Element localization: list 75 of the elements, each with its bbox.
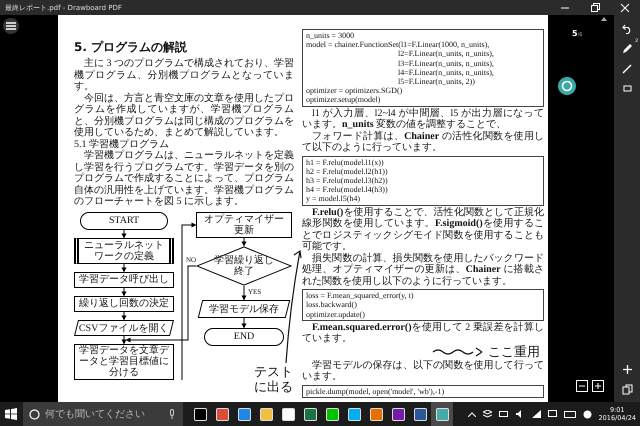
flowchart-node: 学習繰り返し終了 bbox=[196, 246, 292, 286]
box-icon[interactable] bbox=[482, 410, 492, 418]
paragraph: l1 が入力層、l2~l4 が中間層、l5 が出力層になっています。n_units 変数の値を調整することで、 bbox=[302, 108, 544, 130]
battery-icon[interactable] bbox=[498, 411, 509, 417]
paragraph: F.mean.squared.error()を使用して 2 乗誤差を計算しています。 bbox=[302, 322, 544, 345]
flowchart-node: END bbox=[204, 328, 284, 346]
code-line: loss = F.mean_squared_error(y, t) bbox=[306, 291, 414, 300]
flow-arrow bbox=[242, 237, 246, 246]
code-line: l3=F.Linear(n_units, n_units), bbox=[397, 58, 494, 68]
code-line: h1 = F.relu(model.l1(x)) bbox=[306, 158, 384, 167]
code-line: h4 = F.relu(model.l4(h3)) bbox=[306, 185, 388, 194]
paragraph: F.relu()を使用することで、活性化関数として正規化線形関数を使用しています。F.sigmoid()を使用することでロジスティックシグモイド関数を使用することも可能です。 bbox=[302, 206, 544, 252]
menu-icon bbox=[6, 22, 16, 30]
handwritten-note: テスト bbox=[254, 365, 293, 380]
microphone-icon[interactable] bbox=[169, 409, 175, 419]
flowchart-node: 学習データを文章データと学習目標値に分ける bbox=[74, 344, 174, 380]
flow-arrow bbox=[122, 229, 126, 238]
subsection-heading: 5.1 学習機プログラム bbox=[74, 138, 170, 150]
undo-icon bbox=[622, 22, 632, 34]
paragraph: 損失関数の計算、損失関数を使用したバックワード処理、オプティマイザーの更新は、Chainer に搭載された関数を使用し以下のように行っています。 bbox=[302, 252, 544, 288]
flowchart-node: 学習データ呼び出し bbox=[74, 272, 174, 288]
search-icon bbox=[29, 408, 40, 420]
eraser-icon bbox=[622, 82, 632, 94]
search-field[interactable]: 何でも聞いてください bbox=[23, 402, 183, 426]
pen-icon bbox=[622, 62, 632, 74]
restore-icon bbox=[590, 2, 600, 12]
flowchart-node: 学習モデル保存 bbox=[198, 300, 290, 318]
copy-icon bbox=[622, 384, 632, 394]
chevron-up-icon[interactable] bbox=[468, 412, 476, 416]
code-line: l2=F.Linear(n_units, n_units), bbox=[397, 49, 494, 59]
plus-icon bbox=[594, 382, 602, 390]
code-line: l5=F.Linear(n_units, 2)) bbox=[397, 77, 475, 86]
code-line: l4=F.Linear(n_units, n_units), bbox=[397, 68, 494, 78]
flow-arrow bbox=[122, 335, 126, 344]
paragraph: フォワード計算は、Chainer の活性化関数を使用して以下のように行っています。 bbox=[302, 130, 544, 154]
flow-arrow bbox=[122, 263, 126, 272]
ring-tool-button[interactable] bbox=[558, 77, 576, 95]
flowchart-node: CSVファイルを開く bbox=[74, 320, 174, 336]
code-line: loss.backward() bbox=[306, 300, 357, 310]
page-number: 5 bbox=[572, 29, 578, 38]
code-line: optimizer.setup(model) bbox=[306, 95, 380, 105]
paragraph: 学習機プログラムは、ニューラルネットを定義し学習を行うプログラムです。学習データを別のプログラムで作成することによって、プログラム自体の汎用性を上げています。学習機プログラムのフローチャートを図 5 に示します。 bbox=[74, 150, 294, 208]
code-line: pickle.dump(model, open('model', 'wb'),-1) bbox=[306, 386, 444, 396]
code-line: y = model.l5(h4) bbox=[306, 194, 360, 204]
close-icon bbox=[620, 2, 630, 12]
flow-arrow bbox=[122, 311, 126, 320]
flowchart-node: START bbox=[80, 212, 168, 230]
flow-arrow bbox=[122, 287, 126, 296]
plus-icon bbox=[622, 364, 632, 374]
paragraph: 今回は、方言と青空文庫の文章を使用したプログラムを作成していますが、学習機プログラムと、分別機プログラムは同じ構成のプログラムを使用しているため、まとめて解説しています。 bbox=[74, 92, 294, 138]
handwritten-note: ここ重用 bbox=[488, 344, 540, 360]
flowchart-node: 繰り返し回数の決定 bbox=[74, 296, 174, 312]
paragraph: 学習モデルの保存は、以下の関数を使用して行っています。 bbox=[302, 360, 544, 383]
menu-button[interactable] bbox=[3, 18, 19, 34]
windows-logo-icon bbox=[5, 408, 17, 420]
paragraph: 主に 3 つのプログラムで構成されており、学習機プログラム、分別機プログラムとなっています。 bbox=[74, 58, 294, 92]
flowchart-node: ニューラルネットワークの定義 bbox=[74, 238, 174, 264]
code-line: h2 = F.relu(model.l2(h1)) bbox=[306, 166, 388, 176]
flowchart-node: オプティマイザー更新 bbox=[196, 212, 292, 238]
zoom-in-button[interactable] bbox=[592, 380, 604, 392]
code-line: model = chainer.FunctionSet(l1=F.Linear(1000, n_units), bbox=[306, 40, 490, 50]
code-line: h3 = F.relu(model.l3(h2)) bbox=[306, 176, 388, 186]
network-icon[interactable] bbox=[532, 410, 541, 418]
section-heading: 5. プログラムの解説 bbox=[74, 39, 188, 56]
handwritten-note: に出る bbox=[254, 380, 293, 395]
zoom-out-button[interactable] bbox=[576, 380, 588, 392]
flow-arrow bbox=[242, 285, 246, 300]
pen-icon bbox=[622, 42, 632, 54]
code-line: optimizer.update() bbox=[306, 310, 365, 319]
code-line: optimizer = optimizers.SGD() bbox=[306, 86, 402, 96]
handwritten-squiggle bbox=[432, 347, 484, 358]
ring-icon bbox=[561, 80, 573, 92]
code-line: n_units = 3000 bbox=[306, 31, 354, 40]
flow-arrow bbox=[242, 317, 246, 328]
scroll-up-icon[interactable] bbox=[600, 17, 606, 21]
